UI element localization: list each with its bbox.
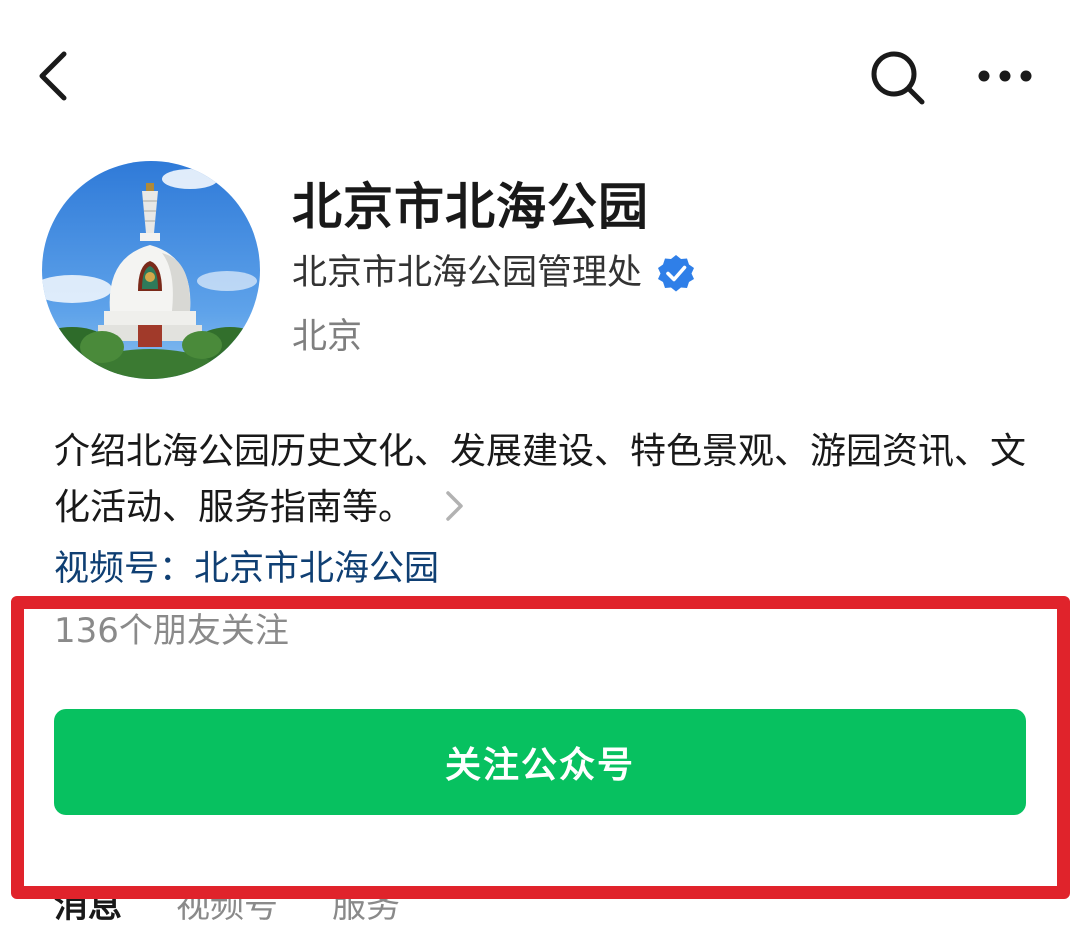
organization-line: 北京市北海公园管理处 <box>292 248 696 298</box>
friends-following-count[interactable]: 136个朋友关注 <box>54 606 289 656</box>
white-dagoba-avatar <box>42 161 260 379</box>
follow-official-account-button[interactable]: 关注公众号 <box>54 709 1026 815</box>
more-options-button[interactable] <box>972 50 1038 102</box>
back-button[interactable] <box>28 44 88 108</box>
chevron-left-icon <box>39 51 67 101</box>
chevron-right-icon <box>446 491 463 521</box>
verified-badge-icon[interactable] <box>656 253 696 293</box>
account-avatar[interactable] <box>42 161 260 379</box>
more-horizontal-icon <box>978 70 1032 82</box>
organization-name: 北京市北海公园管理处 <box>292 253 643 293</box>
tab-services[interactable]: 服务 <box>332 880 400 932</box>
video-channel-link[interactable]: 视频号：北京市北海公园 <box>54 544 439 594</box>
account-name: 北京市北海公园 <box>292 178 649 236</box>
top-navigation-bar <box>0 0 1080 150</box>
introduction-text: 介绍北海公园历史文化、发展建设、特色景观、游园资讯、文化活动、服务指南等。 <box>54 431 1027 528</box>
account-introduction[interactable]: 介绍北海公园历史文化、发展建设、特色景观、游园资讯、文化活动、服务指南等。 <box>54 424 1054 536</box>
tab-video-channel[interactable]: 视频号 <box>176 880 278 932</box>
tab-messages[interactable]: 消息 <box>54 880 122 932</box>
account-location: 北京 <box>292 317 363 357</box>
search-button[interactable] <box>864 44 930 110</box>
search-icon <box>871 51 925 105</box>
content-tabs: 消息 视频号 服务 <box>54 880 454 940</box>
